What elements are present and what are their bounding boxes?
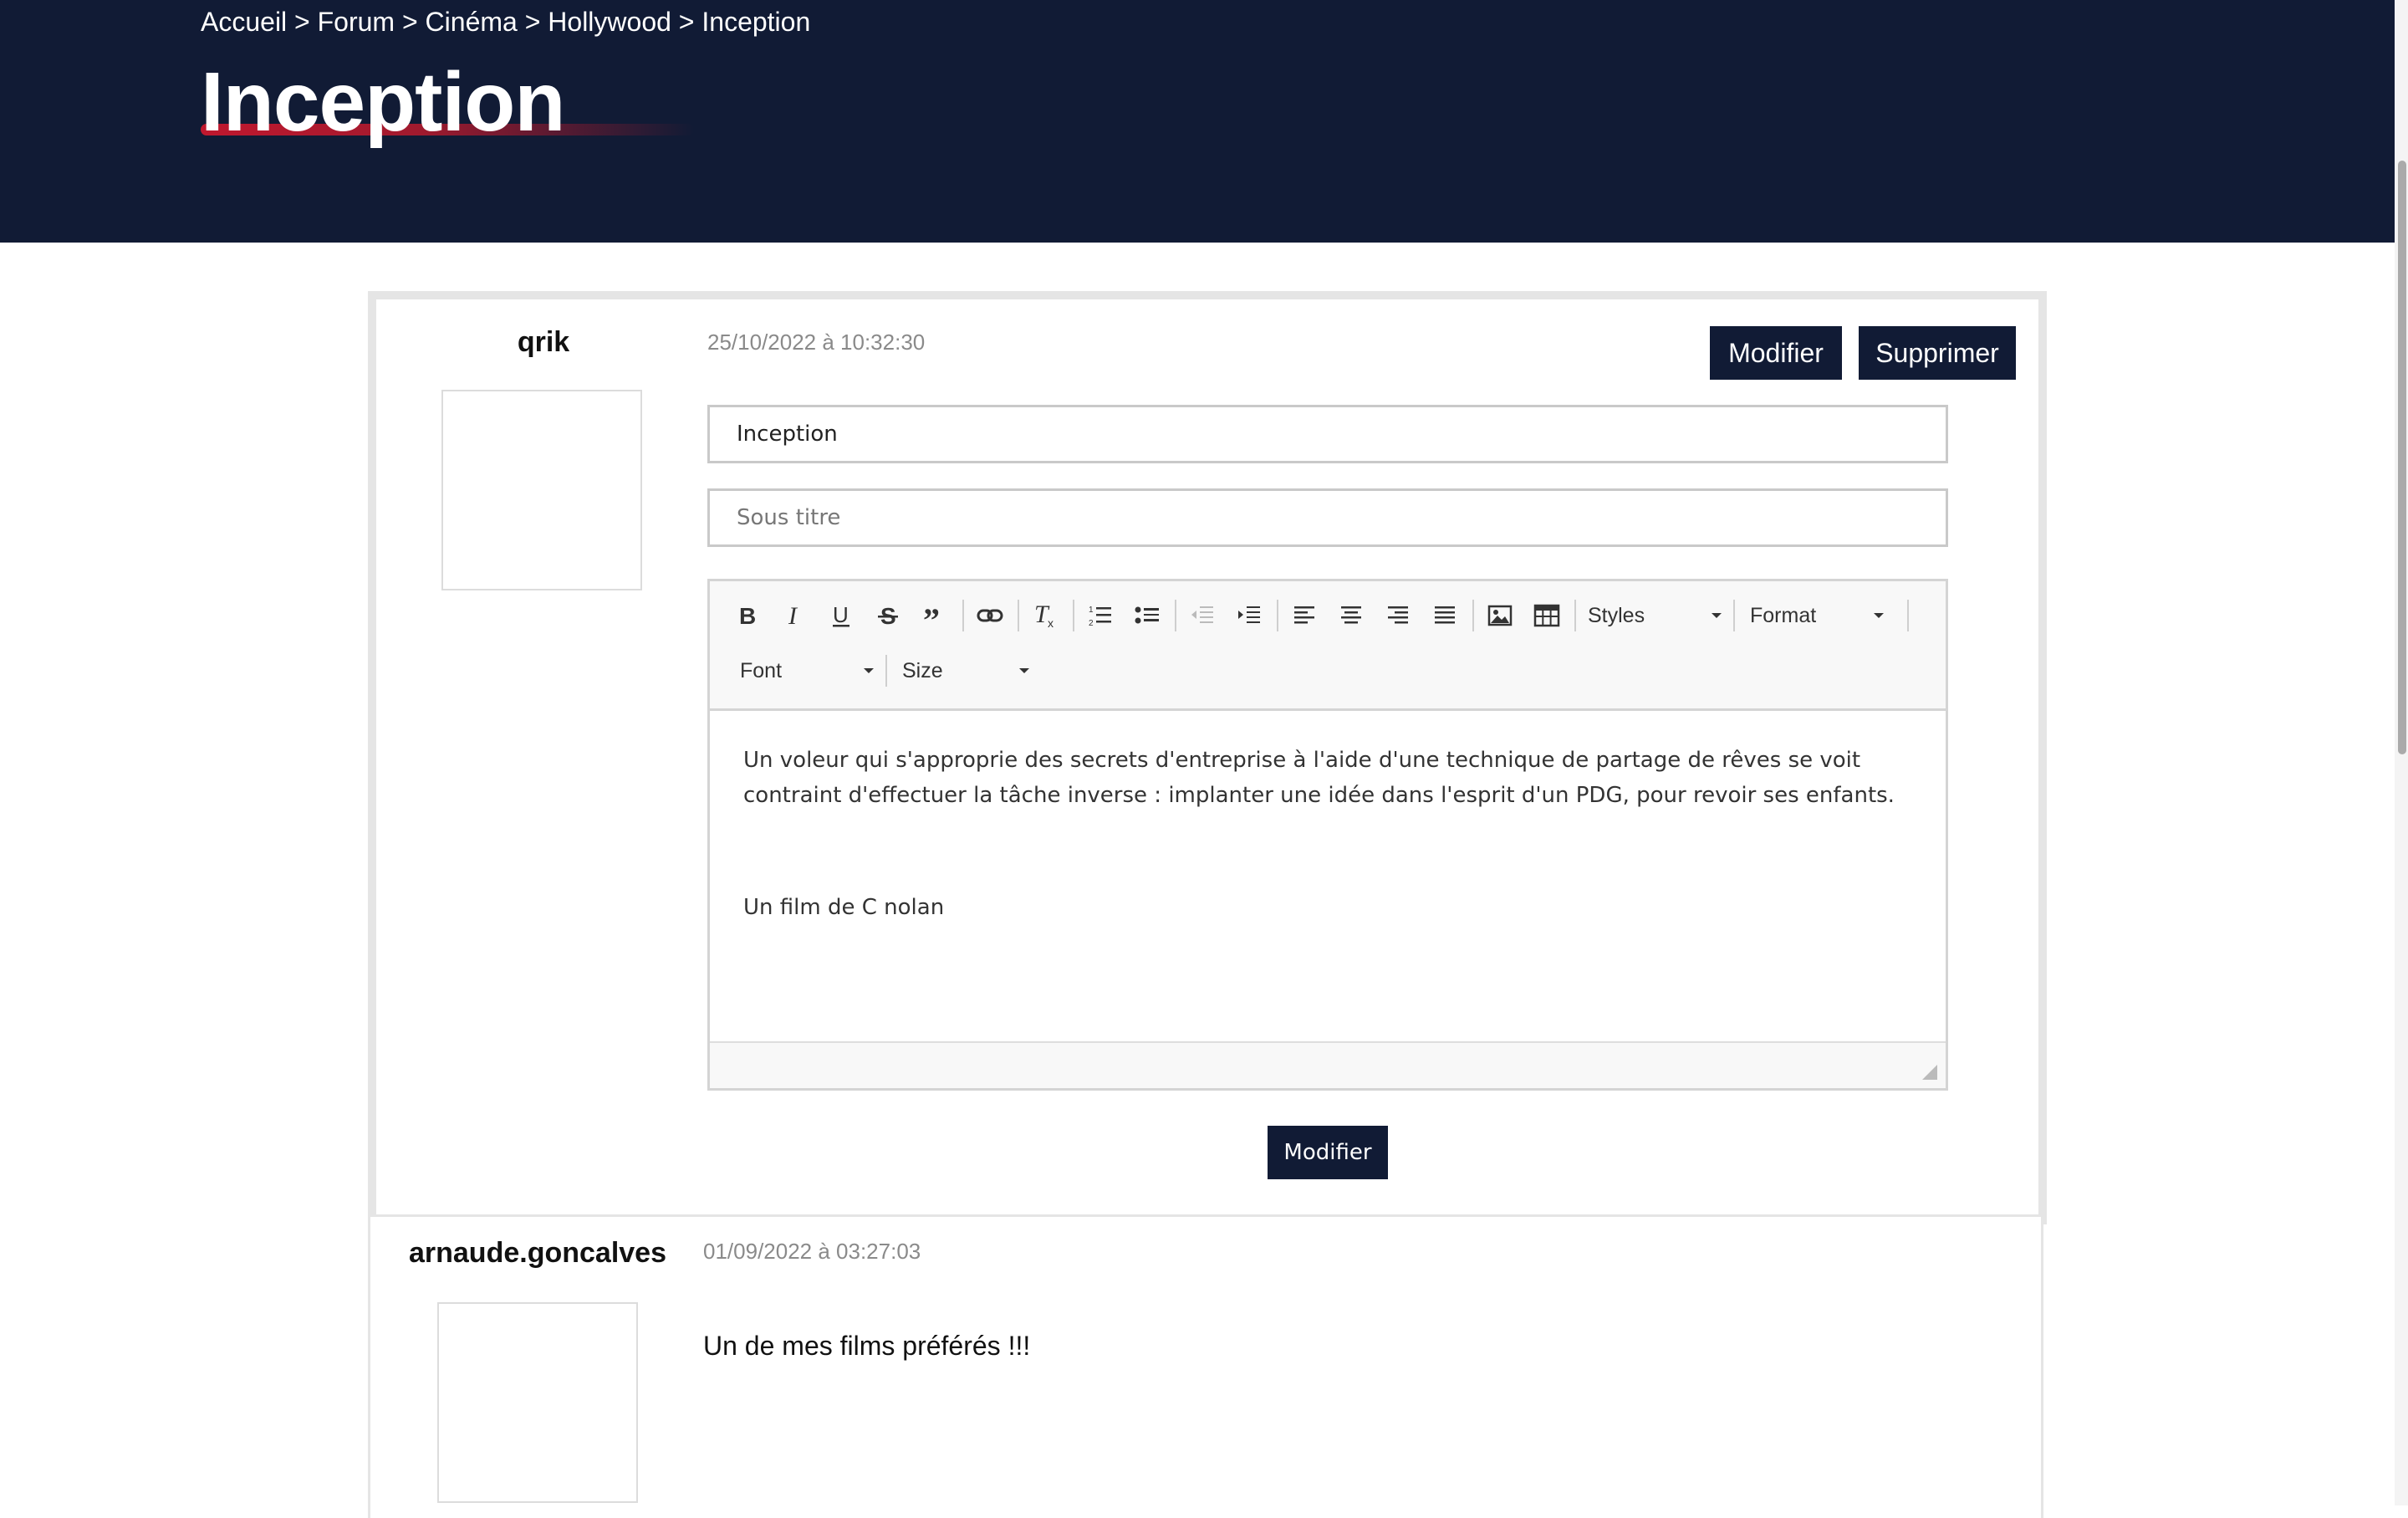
chevron-down-icon (1712, 613, 1722, 618)
breadcrumb-separator: > (678, 7, 702, 37)
title-input[interactable] (707, 405, 1948, 463)
post-author[interactable]: qrik (376, 326, 711, 359)
submit-modify-button[interactable]: Modifier (1268, 1126, 1388, 1179)
breadcrumb-separator: > (401, 7, 426, 37)
breadcrumb-separator: > (524, 7, 548, 37)
toolbar-separator (1733, 600, 1735, 631)
align-center-icon[interactable] (1332, 596, 1370, 635)
font-dropdown-label: Font (740, 658, 783, 682)
editor-toolbar: B I U S ” Tx 12 (710, 581, 1946, 711)
align-right-icon[interactable] (1379, 596, 1417, 635)
toolbar-separator (1277, 600, 1278, 631)
numbered-list-icon[interactable]: 12 (1081, 596, 1120, 635)
toolbar-separator (962, 600, 964, 631)
post-edit-card: qrik 25/10/2022 à 10:32:30 Modifier Supp… (368, 291, 2047, 1224)
svg-text:I: I (788, 603, 798, 628)
avatar (441, 390, 642, 590)
toolbar-separator (1073, 600, 1074, 631)
size-dropdown[interactable]: Size (902, 650, 1029, 692)
chevron-down-icon (1019, 668, 1029, 673)
toolbar-separator (1472, 600, 1474, 631)
subtitle-input[interactable] (707, 488, 1948, 547)
rich-text-editor: B I U S ” Tx 12 (707, 579, 1948, 1091)
underline-icon[interactable]: U (822, 596, 860, 635)
remove-format-icon[interactable]: Tx (1026, 596, 1064, 635)
svg-text:U: U (833, 603, 849, 627)
breadcrumb-link-cinema[interactable]: Cinéma (426, 7, 518, 37)
chevron-down-icon (1874, 613, 1884, 618)
post-date: 01/09/2022 à 03:27:03 (703, 1239, 921, 1264)
styles-dropdown-label: Styles (1588, 603, 1645, 627)
page-header: Accueil > Forum > Cinéma > Hollywood > I… (0, 0, 2408, 243)
scrollbar-thumb[interactable] (2398, 161, 2406, 754)
bold-icon[interactable]: B (728, 596, 767, 635)
align-justify-icon[interactable] (1426, 596, 1464, 635)
font-dropdown[interactable]: Font (740, 650, 874, 692)
breadcrumb-link-accueil[interactable]: Accueil (201, 7, 287, 37)
svg-text:2: 2 (1089, 619, 1094, 627)
breadcrumb-current: Inception (701, 7, 811, 37)
toolbar-separator (1907, 600, 1909, 631)
page-title: Inception (201, 55, 565, 149)
bulleted-list-icon[interactable] (1128, 596, 1166, 635)
page-scrollbar[interactable] (2395, 0, 2408, 1505)
table-icon[interactable] (1528, 596, 1566, 635)
blockquote-icon[interactable]: ” (916, 596, 954, 635)
link-icon[interactable] (971, 596, 1009, 635)
editor-status-bar (710, 1041, 1946, 1088)
italic-icon[interactable]: I (775, 596, 814, 635)
image-icon[interactable] (1481, 596, 1519, 635)
resize-handle-icon[interactable] (1922, 1065, 1937, 1080)
breadcrumb-link-forum[interactable]: Forum (318, 7, 395, 37)
avatar (437, 1302, 638, 1503)
editor-content-area[interactable]: Un voleur qui s'approprie des secrets d'… (710, 711, 1946, 1045)
svg-text:”: ” (923, 603, 940, 628)
breadcrumb-separator: > (294, 7, 318, 37)
toolbar-separator (1574, 600, 1576, 631)
chevron-down-icon (864, 668, 874, 673)
post-content: Un de mes films préférés !!! (703, 1331, 1031, 1361)
delete-button[interactable]: Supprimer (1859, 326, 2016, 380)
modify-button[interactable]: Modifier (1710, 326, 1842, 380)
format-dropdown-label: Format (1750, 603, 1817, 627)
toolbar-separator (1175, 600, 1176, 631)
format-dropdown[interactable]: Format (1750, 595, 1884, 636)
breadcrumb: Accueil > Forum > Cinéma > Hollywood > I… (201, 7, 810, 38)
increase-indent-icon[interactable] (1230, 596, 1268, 635)
align-left-icon[interactable] (1285, 596, 1324, 635)
strikethrough-icon[interactable]: S (869, 596, 907, 635)
editor-paragraph: Un film de C nolan (743, 895, 945, 920)
toolbar-separator (1018, 600, 1019, 631)
post-date: 25/10/2022 à 10:32:30 (707, 330, 926, 355)
svg-text:x: x (1048, 616, 1054, 629)
post-author[interactable]: arnaude.goncalves (370, 1237, 705, 1270)
svg-text:1: 1 (1089, 606, 1094, 615)
styles-dropdown[interactable]: Styles (1588, 595, 1722, 636)
decrease-indent-icon[interactable] (1183, 596, 1222, 635)
svg-text:B: B (739, 603, 756, 628)
editor-paragraph: Un voleur qui s'approprie des secrets d'… (743, 748, 1895, 808)
breadcrumb-link-hollywood[interactable]: Hollywood (548, 7, 671, 37)
size-dropdown-label: Size (902, 658, 943, 682)
post-card: arnaude.goncalves 01/09/2022 à 03:27:03 … (368, 1214, 2043, 1518)
toolbar-separator (885, 655, 887, 687)
